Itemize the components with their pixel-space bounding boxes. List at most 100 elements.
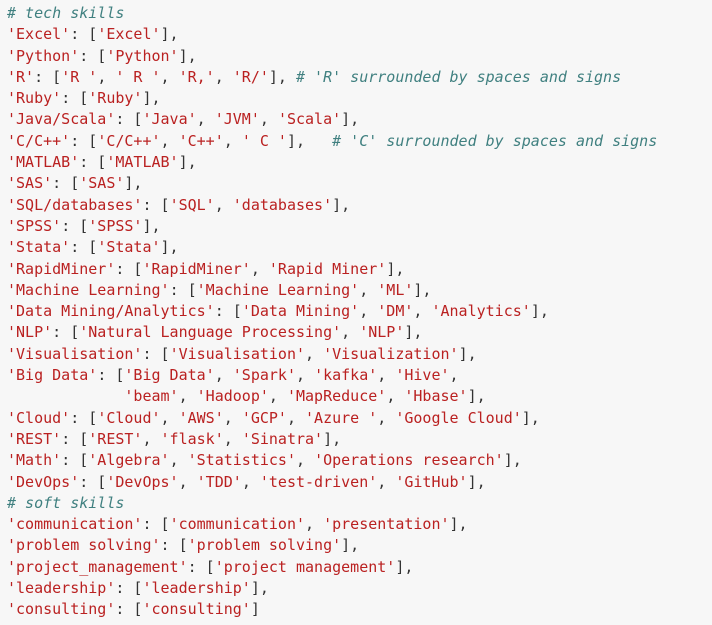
- punctuation: ,: [142, 429, 161, 448]
- punctuation: ,: [250, 259, 269, 278]
- string-literal: 'SPSS': [88, 216, 143, 235]
- punctuation: : [: [61, 216, 89, 235]
- punctuation: : [: [79, 46, 107, 65]
- punctuation: : [: [142, 195, 170, 214]
- punctuation: : [: [79, 153, 107, 172]
- code-comment: # 'C' surrounded by spaces and signs: [332, 131, 658, 150]
- punctuation: ],: [250, 579, 269, 598]
- punctuation: ],: [178, 46, 197, 65]
- punctuation: ],: [386, 259, 405, 278]
- string-literal: 'Spark': [232, 366, 296, 385]
- punctuation: ,: [223, 429, 242, 448]
- code-comment: # soft skills: [7, 493, 125, 512]
- string-literal: 'Analytics': [431, 302, 531, 321]
- string-literal: 'C/C++': [7, 131, 71, 150]
- string-literal: 'SAS': [79, 174, 125, 193]
- string-literal: 'JVM': [214, 110, 260, 129]
- code-line: # tech skills: [7, 3, 712, 24]
- punctuation: ],: [521, 408, 540, 427]
- punctuation: ],: [449, 515, 468, 534]
- punctuation: : [: [187, 557, 215, 576]
- string-literal: 'communication': [7, 515, 143, 534]
- code-comment: # tech skills: [7, 4, 125, 22]
- string-literal: 'C/C++': [97, 131, 161, 150]
- string-literal: 'Math': [7, 451, 62, 470]
- string-literal: ' C ': [241, 131, 287, 150]
- string-literal: ' R ': [115, 67, 161, 86]
- punctuation: : [: [61, 451, 89, 470]
- punctuation: ,: [359, 280, 378, 299]
- punctuation: ,: [377, 472, 396, 491]
- punctuation: ],: [178, 153, 197, 172]
- punctuation: ,: [223, 131, 242, 150]
- string-literal: 'Statistics': [187, 451, 296, 470]
- punctuation: : [: [160, 536, 188, 555]
- string-literal: 'leadership': [142, 579, 251, 598]
- string-literal: 'REST': [7, 429, 62, 448]
- punctuation: ],: [467, 472, 486, 491]
- code-line: 'beam', 'Hadoop', 'MapReduce', 'Hbase'],: [7, 386, 712, 407]
- string-literal: 'SQL': [169, 195, 215, 214]
- string-literal: 'DM': [377, 302, 414, 321]
- code-line: 'SPSS': ['SPSS'],: [7, 216, 712, 237]
- string-literal: 'leadership': [7, 579, 116, 598]
- string-literal: 'RapidMiner': [7, 259, 116, 278]
- punctuation: ,: [359, 302, 378, 321]
- code-line: 'Visualisation': ['Visualisation', 'Visu…: [7, 344, 712, 365]
- punctuation: ],: [160, 25, 179, 44]
- string-literal: 'Google Cloud': [395, 408, 522, 427]
- string-literal: 'MATLAB': [7, 153, 80, 172]
- string-literal: 'Python': [7, 46, 80, 65]
- string-literal: 'consulting': [7, 600, 116, 619]
- string-literal: 'Azure ': [305, 408, 378, 427]
- string-literal: 'Cloud': [97, 408, 161, 427]
- code-line: 'R': ['R ', ' R ', 'R,', 'R/'], # 'R' su…: [7, 67, 712, 88]
- punctuation: ,: [178, 472, 197, 491]
- string-literal: 'Excel': [97, 25, 161, 44]
- punctuation: ,: [305, 515, 324, 534]
- punctuation: ,: [386, 387, 405, 406]
- string-literal: 'SAS': [7, 174, 53, 193]
- code-line: 'Excel': ['Excel'],: [7, 24, 712, 45]
- code-line: # soft skills: [7, 493, 712, 514]
- punctuation: : [: [142, 515, 170, 534]
- punctuation: ,: [97, 67, 116, 86]
- code-block: # tech skills 'Excel': ['Excel'], 'Python'…: [0, 0, 712, 625]
- string-literal: 'Rapid Miner': [268, 259, 387, 278]
- string-literal: 'TDD': [196, 472, 242, 491]
- code-line: 'Math': ['Algebra', 'Statistics', 'Opera…: [7, 450, 712, 471]
- string-literal: 'Data Mining/Analytics': [7, 302, 215, 321]
- code-line: 'REST': ['REST', 'flask', 'Sinatra'],: [7, 429, 712, 450]
- string-literal: 'databases': [232, 195, 333, 214]
- string-literal: 'Data Mining': [241, 302, 360, 321]
- string-literal: 'DevOps': [7, 472, 80, 491]
- string-literal: 'problem solving': [7, 536, 161, 555]
- string-literal: 'DevOps': [106, 472, 179, 491]
- punctuation: : [: [142, 344, 170, 363]
- punctuation: : [: [115, 110, 143, 129]
- punctuation: ,: [214, 366, 233, 385]
- string-literal: 'project_management': [7, 557, 188, 576]
- punctuation: : [: [70, 25, 98, 44]
- punctuation: ],: [323, 429, 342, 448]
- string-literal: 'R ': [61, 67, 98, 86]
- string-literal: 'beam': [124, 387, 179, 406]
- punctuation: : [: [34, 67, 62, 86]
- string-literal: 'communication': [169, 515, 306, 534]
- string-literal: 'ML': [377, 280, 414, 299]
- code-line: 'consulting': ['consulting']: [7, 599, 712, 620]
- punctuation: ,: [296, 366, 315, 385]
- code-line: 'DevOps': ['DevOps', 'TDD', 'test-driven…: [7, 472, 712, 493]
- code-line: 'Big Data': ['Big Data', 'Spark', 'kafka…: [7, 365, 712, 386]
- punctuation: : [: [169, 280, 197, 299]
- punctuation: ,: [413, 302, 432, 321]
- punctuation: ,: [259, 110, 278, 129]
- code-line: 'Ruby': ['Ruby'],: [7, 88, 712, 109]
- string-literal: 'Visualisation': [169, 344, 306, 363]
- code-line: 'Java/Scala': ['Java', 'JVM', 'Scala'],: [7, 109, 712, 130]
- string-literal: 'Operations research': [314, 451, 504, 470]
- punctuation: ,: [214, 195, 233, 214]
- punctuation: ],: [268, 67, 296, 86]
- code-line: 'Python': ['Python'],: [7, 46, 712, 67]
- string-literal: 'Scala': [277, 110, 342, 129]
